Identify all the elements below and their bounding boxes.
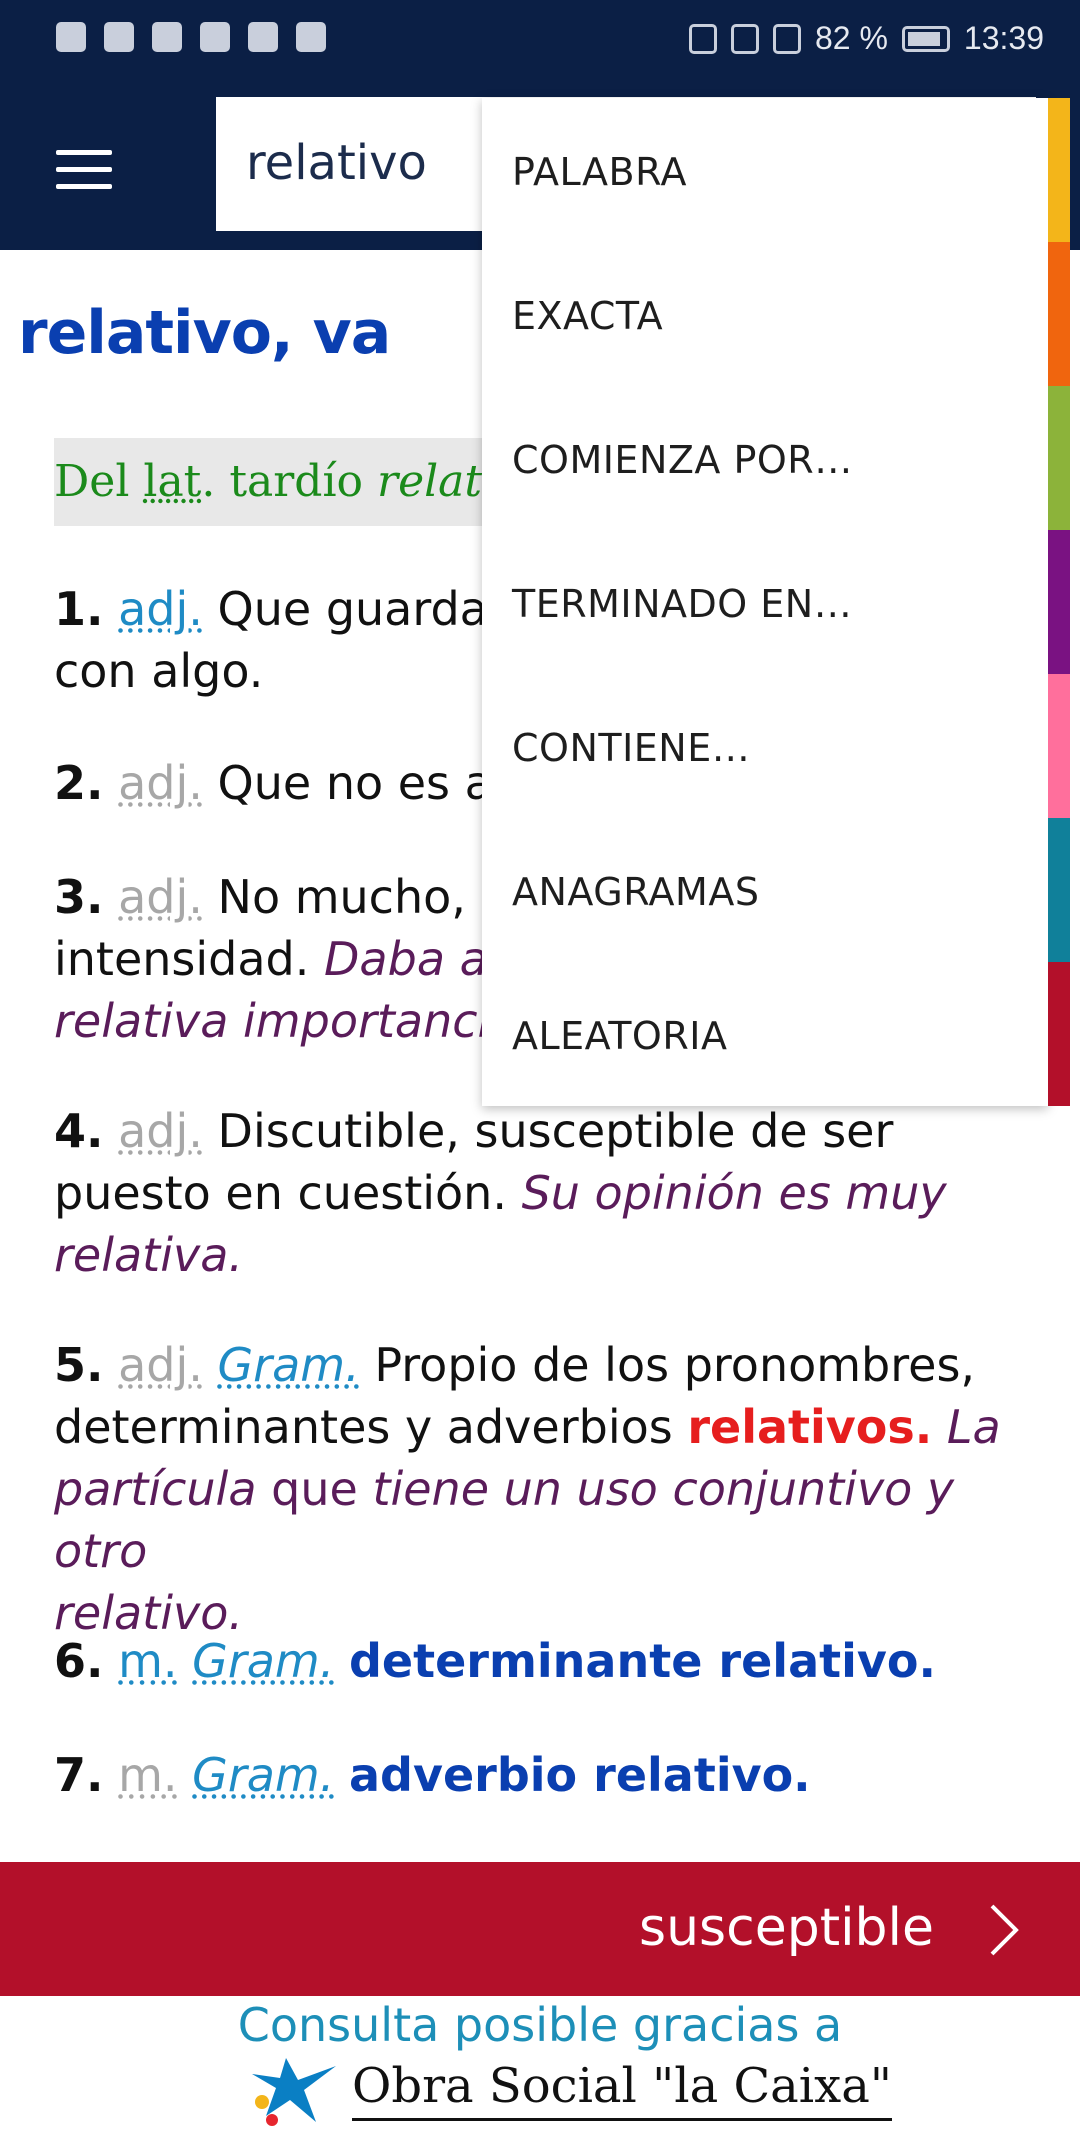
color-stripe-7 — [1048, 962, 1070, 1106]
menu-item-contiene[interactable]: CONTIENE… — [512, 726, 750, 770]
shield-icon — [296, 22, 326, 52]
link-adverbio-relativo[interactable]: adverbio relativo. — [349, 1748, 811, 1802]
color-stripe-2 — [1048, 242, 1070, 386]
abbr-gram[interactable]: Gram. — [192, 1748, 334, 1802]
menu-item-palabra[interactable]: PALABRA — [512, 150, 687, 194]
menu-item-comienza[interactable]: COMIENZA POR… — [512, 438, 853, 482]
color-stripe-4 — [1048, 530, 1070, 674]
acepcion-7: 7. m. Gram. adverbio relativo. — [54, 1748, 811, 1802]
acepcion-5: 5. adj. Gram. Propio de los pronombres, … — [54, 1338, 1001, 1640]
acepcion-4: 4. adj. Discutible, susceptible de ser p… — [54, 1104, 947, 1282]
bluetooth-icon — [730, 23, 759, 54]
system-icons: 82 % 13:39 — [688, 20, 1044, 57]
info-icon — [248, 22, 278, 52]
menu-item-terminado[interactable]: TERMINADO EN… — [512, 582, 852, 626]
battery-percent: 82 % — [814, 20, 888, 56]
abbr-adj[interactable]: adj. — [118, 1338, 203, 1392]
abbr-gram[interactable]: Gram. — [218, 1338, 360, 1392]
next-entry-label: susceptible — [638, 1898, 934, 1958]
menu-item-exacta[interactable]: EXACTA — [512, 294, 663, 338]
abbr-adj[interactable]: adj. — [118, 756, 203, 810]
clock: 13:39 — [963, 20, 1044, 56]
sponsor-text: Consulta posible gracias a — [237, 1998, 843, 2052]
menu-item-aleatoria[interactable]: ALEATORIA — [512, 1014, 727, 1058]
chevron-right-icon — [990, 1904, 1019, 1956]
abbr-m[interactable]: m. — [118, 1634, 177, 1688]
la-caixa-star-logo — [252, 2058, 336, 2126]
status-bar: 82 % 13:39 — [0, 0, 1080, 82]
abbr-adj[interactable]: adj. — [118, 870, 203, 924]
color-stripe-3 — [1048, 386, 1070, 530]
battery-icon — [901, 25, 950, 52]
mail-icon — [200, 22, 230, 52]
abbr-adj[interactable]: adj. — [118, 1104, 203, 1158]
acepcion-6: 6. m. Gram. determinante relativo. — [54, 1634, 936, 1688]
color-stripe-5 — [1048, 674, 1070, 818]
abbr-adj[interactable]: adj. — [118, 582, 203, 636]
next-entry-bar[interactable]: susceptible — [0, 1862, 1080, 1996]
color-stripe-6 — [1048, 818, 1070, 962]
nfc-icon — [688, 23, 717, 54]
sponsor-name: Obra Social "la Caixa" — [352, 2058, 892, 2121]
notification-icons — [56, 22, 326, 52]
entry-title: relativo, va — [18, 298, 391, 368]
mic-icon — [152, 22, 182, 52]
link-determinante-relativo[interactable]: determinante relativo. — [349, 1634, 936, 1688]
search-query: relativo — [246, 135, 427, 191]
menu-icon[interactable] — [56, 150, 112, 190]
alert-icon — [56, 22, 86, 52]
wifi-icon — [104, 22, 134, 52]
search-mode-dropdown: PALABRA EXACTA COMIENZA POR… TERMINADO E… — [482, 98, 1048, 1106]
abbr-m[interactable]: m. — [118, 1748, 177, 1802]
highlight-word: relativos. — [687, 1400, 933, 1454]
abbr-lat[interactable]: lat — [143, 456, 201, 507]
color-stripe-1 — [1048, 98, 1070, 242]
abbr-gram[interactable]: Gram. — [192, 1634, 334, 1688]
vibrate-icon — [772, 23, 801, 54]
menu-item-anagramas[interactable]: ANAGRAMAS — [512, 870, 759, 914]
